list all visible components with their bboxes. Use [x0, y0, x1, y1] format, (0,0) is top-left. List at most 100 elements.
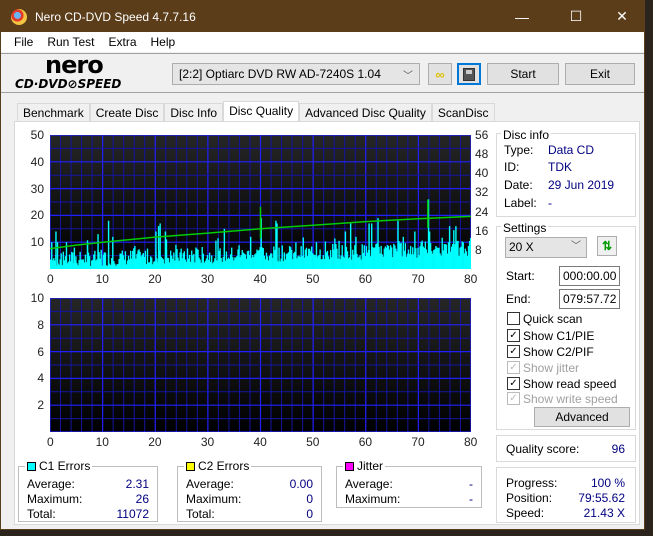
x-tick-label: 40 [253, 435, 267, 449]
c1-total-value: 11072 [116, 507, 149, 521]
drive-select[interactable]: [2:2] Optiarc DVD RW AD-7240S 1.04 ﹀ [172, 63, 420, 85]
tab-advanced-disc-quality[interactable]: Advanced Disc Quality [299, 103, 432, 123]
chain-link-icon: ∞ [435, 66, 445, 82]
c1-error-peak [55, 231, 57, 269]
close-button[interactable]: ✕ [599, 1, 645, 32]
c1-error-peak [455, 226, 457, 269]
show-read-speed-checkbox[interactable]: ✓ Show read speed [507, 376, 616, 391]
advanced-button[interactable]: Advanced [534, 407, 630, 427]
progress-label: Progress: [506, 476, 558, 490]
y-tick-label: 30 [30, 181, 44, 196]
logo-product: CD·DVD⊘SPEED [15, 77, 122, 91]
c1-error-peak [97, 234, 99, 269]
x-tick-label: 60 [358, 272, 373, 286]
end-time-input[interactable]: 079:57.72 [559, 289, 620, 309]
save-button[interactable] [457, 63, 481, 85]
c2-average-value: 0.00 [289, 477, 313, 491]
c2-total-label: Total: [186, 507, 215, 521]
maximize-button[interactable]: ☐ [553, 1, 599, 32]
tab-disc-info[interactable]: Disc Info [164, 103, 224, 123]
jitter-color-swatch [345, 461, 354, 471]
drive-select-value: [2:2] Optiarc DVD RW AD-7240S 1.04 [179, 67, 381, 81]
quality-score-value: 96 [611, 442, 625, 456]
exit-button[interactable]: Exit [565, 63, 635, 85]
chevron-down-icon: ﹀ [403, 71, 413, 82]
c1-maximum-label: Maximum: [27, 492, 83, 506]
refresh-icon: ⇅ [601, 239, 613, 253]
title-bar: Nero CD-DVD Speed 4.7.7.16 — ☐ ✕ [1, 1, 644, 32]
c1-error-peak [86, 244, 89, 269]
logo-brand: nero [45, 51, 104, 79]
speed-value: 21.43 X [583, 506, 625, 520]
c1-error-peak [56, 242, 59, 269]
toolbar: nero CD·DVD⊘SPEED [2:2] Optiarc DVD RW A… [1, 51, 644, 93]
quality-score-box: Quality score: 96 [496, 435, 636, 462]
menu-help[interactable]: Help [144, 35, 183, 49]
y2-tick-label: 56 [475, 128, 489, 142]
position-label: Position: [506, 491, 553, 505]
show-write-speed-checkbox[interactable]: ✓ Show write speed [507, 391, 618, 406]
start-button[interactable]: Start [487, 63, 559, 85]
x-tick-label: 0 [47, 435, 54, 449]
c2-maximum-value: 0 [306, 492, 313, 506]
c1-total-label: Total: [27, 507, 56, 521]
menu-file[interactable]: File [7, 35, 40, 49]
c2-title: C2 Errors [198, 459, 250, 473]
x-tick-label: 0 [47, 272, 54, 286]
y-tick-label: 20 [30, 208, 44, 223]
menu-extra[interactable]: Extra [101, 35, 143, 49]
c2-average-label: Average: [186, 477, 234, 491]
id-label: ID: [504, 160, 520, 174]
menu-run-test[interactable]: Run Test [40, 35, 101, 49]
quick-scan-checkbox[interactable]: Quick scan [507, 311, 582, 326]
y-tick-label: 4 [37, 371, 44, 386]
refresh-speeds-button[interactable]: ⇅ [597, 236, 617, 256]
c1-average-label: Average: [27, 477, 75, 491]
c1-error-peak [315, 242, 318, 269]
y2-tick-label: 24 [475, 204, 489, 219]
speed-select[interactable]: 20 X ﹀ [505, 237, 587, 258]
c1-error-peak [73, 247, 76, 269]
checkmark-icon: ✓ [507, 361, 520, 374]
tab-bar: Benchmark Create Disc Disc Info Disc Qua… [17, 101, 495, 123]
id-value: TDK [548, 160, 572, 174]
c1-error-peak [428, 231, 431, 269]
drive-refresh-button[interactable]: ∞ [428, 63, 452, 85]
y-tick-label: 40 [30, 154, 44, 169]
x-tick-label: 60 [358, 435, 373, 449]
show-jitter-checkbox[interactable]: ✓ Show jitter [507, 360, 579, 375]
c1-maximum-value: 26 [135, 492, 149, 506]
tab-disc-quality[interactable]: Disc Quality [223, 101, 300, 123]
window-title: Nero CD-DVD Speed 4.7.7.16 [35, 9, 196, 24]
date-value: 29 Jun 2019 [548, 178, 615, 192]
x-tick-label: 30 [200, 435, 215, 449]
x-tick-label: 40 [253, 272, 267, 286]
x-tick-label: 20 [148, 435, 162, 449]
jitter-maximum-value: - [469, 492, 473, 506]
c1-error-peak [157, 226, 160, 269]
nero-app-icon [11, 8, 27, 25]
start-time-input[interactable]: 000:00.00 [559, 266, 620, 286]
c1-error-peak [276, 223, 278, 269]
c1-error-peak [414, 231, 416, 269]
c1-error-peak [448, 226, 451, 269]
show-c2-pif-checkbox[interactable]: ✓ Show C2/PIF [507, 344, 594, 359]
tab-scandisc[interactable]: ScanDisc [431, 103, 495, 123]
tab-benchmark[interactable]: Benchmark [17, 103, 90, 123]
y-tick-label: 2 [37, 398, 44, 413]
y-tick-label: 10 [30, 235, 44, 250]
chevron-down-icon: ﹀ [571, 241, 581, 252]
show-c1-pie-checkbox[interactable]: ✓ Show C1/PIE [507, 328, 594, 343]
y2-tick-label: 40 [475, 166, 489, 181]
c1-errors-chart [50, 135, 471, 269]
c1-error-peak [355, 236, 357, 269]
minimize-button[interactable]: — [499, 1, 545, 32]
y-tick-label: 8 [37, 317, 44, 332]
disc-info-title: Disc info [501, 128, 552, 142]
c1-error-peak [344, 231, 347, 269]
tab-create-disc[interactable]: Create Disc [89, 103, 165, 123]
c1-errors-group: C1 Errors Average: 2.31 Maximum: 26 Total:… [18, 459, 158, 522]
disc-quality-panel: 10 20 30 40 50 8 16 24 32 40 48 56 0 10 20 30 40 50 60 70… [14, 121, 640, 525]
c1-error-bar [469, 237, 471, 269]
y2-tick-label: 32 [475, 185, 489, 200]
